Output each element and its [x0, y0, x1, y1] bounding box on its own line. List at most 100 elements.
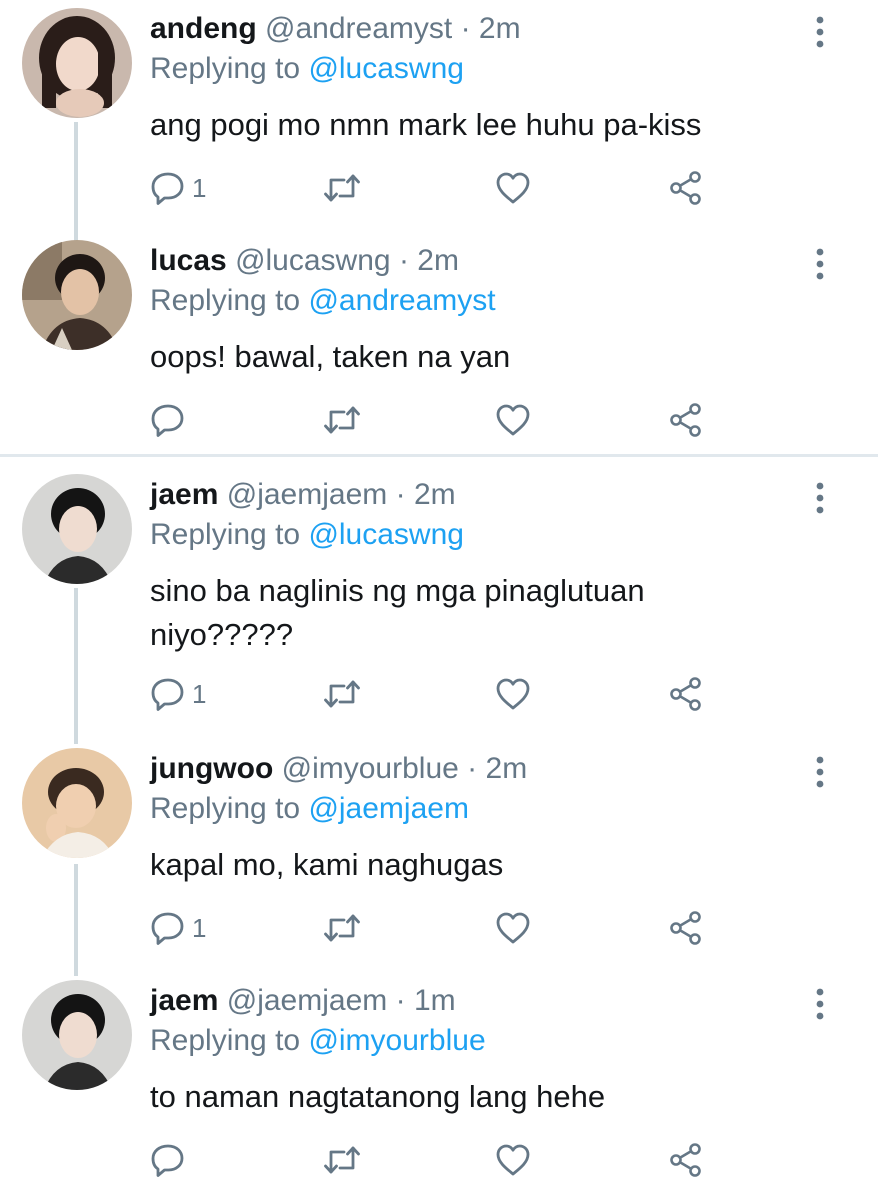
replying-to-label: Replying to: [150, 52, 301, 85]
like-icon: [495, 170, 531, 206]
timestamp[interactable]: 2m: [414, 478, 456, 511]
like-button[interactable]: [495, 168, 531, 208]
username[interactable]: @lucaswng: [235, 244, 391, 277]
retweet-icon: [322, 402, 362, 438]
reply-count: 1: [192, 912, 207, 943]
retweet-button[interactable]: [322, 168, 362, 208]
like-button[interactable]: [495, 400, 531, 440]
tweet[interactable]: lucas @lucaswng · 2m Replying to @andrea…: [0, 232, 878, 454]
like-icon: [495, 676, 531, 712]
action-bar: 1: [150, 674, 740, 714]
tweet[interactable]: jaem @jaemjaem · 2m Replying to @lucaswn…: [0, 466, 878, 732]
action-bar: [150, 1140, 740, 1180]
retweet-button[interactable]: [322, 400, 362, 440]
tweet-header: jungwoo @imyourblue · 2m: [150, 750, 527, 788]
reply-icon: [150, 676, 186, 712]
reply-button[interactable]: [150, 1140, 192, 1180]
like-icon: [495, 402, 531, 438]
display-name[interactable]: jungwoo: [150, 752, 273, 785]
username[interactable]: @imyourblue: [282, 752, 459, 785]
share-button[interactable]: [668, 1140, 704, 1180]
share-button[interactable]: [668, 168, 704, 208]
avatar[interactable]: [22, 980, 132, 1090]
more-options-icon[interactable]: [806, 480, 834, 516]
action-bar: 1: [150, 168, 740, 208]
reply-icon: [150, 402, 186, 438]
avatar[interactable]: [22, 240, 132, 350]
share-icon: [668, 676, 704, 712]
reply-icon: [150, 910, 186, 946]
share-icon: [668, 1142, 704, 1178]
reply-button[interactable]: 1: [150, 908, 206, 948]
retweet-button[interactable]: [322, 1140, 362, 1180]
retweet-button[interactable]: [322, 908, 362, 948]
display-name[interactable]: jaem: [150, 478, 218, 511]
more-options-icon[interactable]: [806, 14, 834, 50]
replying-to-label: Replying to: [150, 284, 301, 317]
tweet-header: jaem @jaemjaem · 1m: [150, 982, 456, 1020]
like-icon: [495, 1142, 531, 1178]
replying-to-mention[interactable]: @lucaswng: [308, 52, 464, 85]
replying-to-label: Replying to: [150, 518, 301, 551]
more-options-icon[interactable]: [806, 246, 834, 282]
like-button[interactable]: [495, 674, 531, 714]
reply-button[interactable]: [150, 400, 192, 440]
replying-to-mention[interactable]: @imyourblue: [308, 1024, 485, 1057]
tweet-text: ang pogi mo nmn mark lee huhu pa-kiss: [150, 107, 702, 142]
tweet-text: to naman nagtatanong lang hehe: [150, 1079, 606, 1114]
replying-to: Replying to @lucaswng: [150, 50, 464, 88]
tweet-text: sino ba naglinis ng mga pinaglutuan niyo…: [150, 573, 645, 652]
retweet-icon: [322, 170, 362, 206]
more-options-icon[interactable]: [806, 754, 834, 790]
reply-button[interactable]: 1: [150, 674, 206, 714]
reply-icon: [150, 1142, 186, 1178]
more-options-icon[interactable]: [806, 986, 834, 1022]
share-button[interactable]: [668, 908, 704, 948]
retweet-icon: [322, 910, 362, 946]
avatar[interactable]: [22, 474, 132, 584]
reply-count: 1: [192, 678, 207, 709]
separator-dot: ·: [460, 12, 471, 45]
replying-to: Replying to @jaemjaem: [150, 790, 469, 828]
like-icon: [495, 910, 531, 946]
avatar[interactable]: [22, 8, 132, 118]
replying-to-label: Replying to: [150, 1024, 301, 1057]
share-icon: [668, 402, 704, 438]
action-bar: [150, 400, 740, 440]
tweet-header: lucas @lucaswng · 2m: [150, 242, 459, 280]
reply-button[interactable]: 1: [150, 168, 206, 208]
share-button[interactable]: [668, 674, 704, 714]
display-name[interactable]: jaem: [150, 984, 218, 1017]
tweet-header: andeng @andreamyst · 2m: [150, 10, 521, 48]
username[interactable]: @jaemjaem: [227, 478, 388, 511]
username[interactable]: @jaemjaem: [227, 984, 388, 1017]
timestamp[interactable]: 1m: [414, 984, 456, 1017]
like-button[interactable]: [495, 1140, 531, 1180]
like-button[interactable]: [495, 908, 531, 948]
timestamp[interactable]: 2m: [417, 244, 459, 277]
share-button[interactable]: [668, 400, 704, 440]
replying-to-mention[interactable]: @lucaswng: [308, 518, 464, 551]
retweet-button[interactable]: [322, 674, 362, 714]
display-name[interactable]: lucas: [150, 244, 227, 277]
separator-dot: ·: [395, 478, 406, 511]
replying-to-mention[interactable]: @jaemjaem: [308, 792, 469, 825]
separator-dot: ·: [395, 984, 406, 1017]
tweet[interactable]: jungwoo @imyourblue · 2m Replying to @ja…: [0, 740, 878, 970]
timestamp[interactable]: 2m: [479, 12, 521, 45]
reply-count: 1: [192, 172, 207, 203]
replying-to: Replying to @andreamyst: [150, 282, 496, 320]
avatar[interactable]: [22, 748, 132, 858]
replying-to-mention[interactable]: @andreamyst: [308, 284, 495, 317]
tweet-header: jaem @jaemjaem · 2m: [150, 476, 456, 514]
tweet[interactable]: andeng @andreamyst · 2m Replying to @luc…: [0, 0, 878, 232]
tweet[interactable]: jaem @jaemjaem · 1m Replying to @imyourb…: [0, 972, 878, 1200]
display-name[interactable]: andeng: [150, 12, 257, 45]
separator-dot: ·: [398, 244, 409, 277]
tweet-text: kapal mo, kami naghugas: [150, 847, 504, 882]
thread-divider: [0, 454, 878, 457]
separator-dot: ·: [467, 752, 478, 785]
timestamp[interactable]: 2m: [486, 752, 528, 785]
username[interactable]: @andreamyst: [265, 12, 452, 45]
replying-to: Replying to @imyourblue: [150, 1022, 486, 1060]
